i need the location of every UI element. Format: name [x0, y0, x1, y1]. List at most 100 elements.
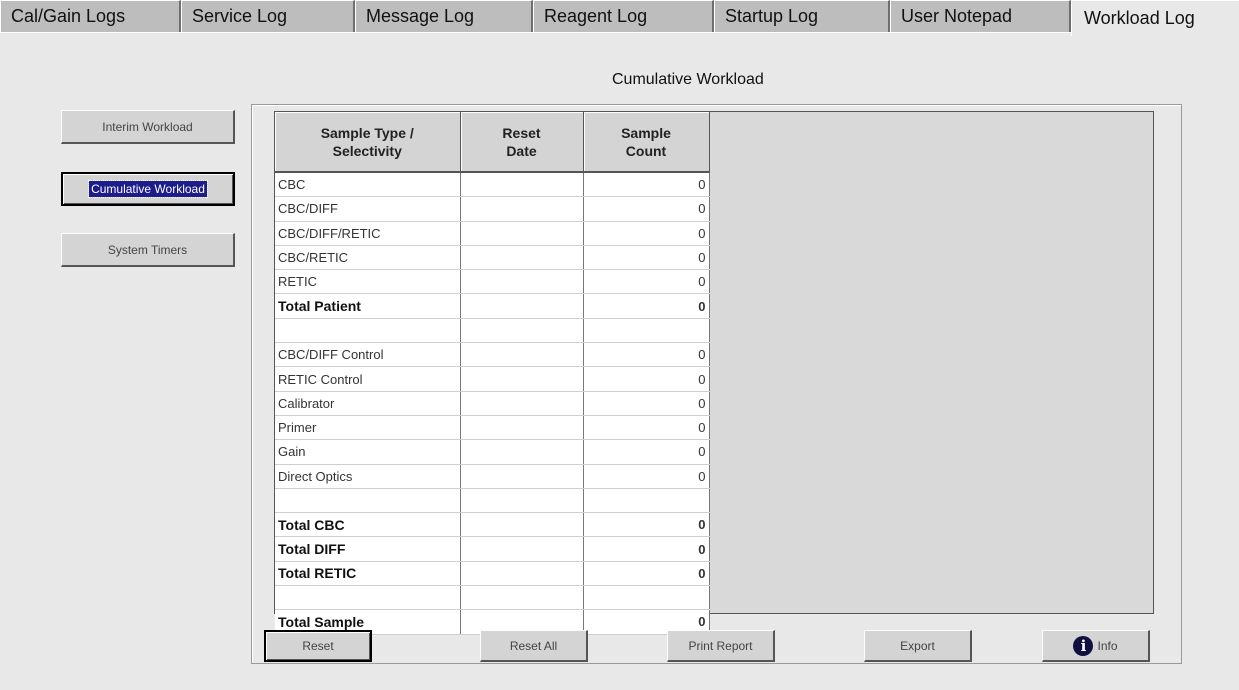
- cell-sample-count: 0: [583, 245, 710, 271]
- table-row[interactable]: CBC/DIFF Control 0: [275, 342, 710, 368]
- cell-reset-date: [460, 293, 584, 319]
- cell-sample-count: 0: [583, 512, 710, 538]
- tab-divider: [0, 32, 1071, 33]
- cell-sample-count: 0: [583, 269, 710, 295]
- system-timers-button[interactable]: System Timers: [61, 233, 235, 267]
- print-report-button[interactable]: Print Report: [667, 630, 775, 662]
- cell-sample-count: 0: [583, 342, 710, 368]
- cell-sample-count: 0: [583, 196, 710, 222]
- print-report-label: Print Report: [688, 638, 753, 653]
- cell-reset-date: [460, 439, 584, 465]
- cell-sample-count: 0: [583, 293, 710, 319]
- cell-sample-type: Total CBC: [275, 512, 461, 538]
- cell-sample-type: [275, 488, 461, 514]
- cell-reset-date: [460, 585, 584, 611]
- info-button[interactable]: i Info: [1042, 630, 1150, 662]
- table-row[interactable]: CBC/DIFF/RETIC 0: [275, 221, 710, 246]
- cell-sample-type: CBC/DIFF Control: [275, 342, 461, 368]
- cell-sample-count: 0: [583, 464, 710, 489]
- cell-sample-count: [583, 488, 710, 514]
- info-label: Info: [1097, 638, 1118, 653]
- table-row[interactable]: RETIC Control 0: [275, 366, 710, 392]
- cell-sample-count: 0: [583, 561, 710, 587]
- tab-service-log[interactable]: Service Log: [181, 0, 355, 32]
- tab-cal-gain-logs[interactable]: Cal/Gain Logs: [0, 0, 181, 32]
- cell-sample-type: RETIC: [275, 269, 461, 295]
- cell-sample-type: [275, 318, 461, 344]
- view-title: Cumulative Workload: [612, 71, 764, 88]
- export-button[interactable]: Export: [864, 630, 972, 662]
- cell-reset-date: [460, 512, 584, 538]
- cell-reset-date: [460, 561, 584, 587]
- table-row[interactable]: Total RETIC 0: [275, 561, 710, 587]
- cell-sample-count: 0: [583, 172, 710, 198]
- cell-sample-count: 0: [583, 536, 710, 562]
- cell-sample-type: CBC/RETIC: [275, 245, 461, 271]
- interim-workload-button[interactable]: Interim Workload: [61, 110, 235, 144]
- reset-label: Reset: [302, 639, 334, 653]
- table-row[interactable]: Direct Optics 0: [275, 464, 710, 489]
- table-row[interactable]: RETIC 0: [275, 269, 710, 295]
- cell-reset-date: [460, 342, 584, 368]
- table-row[interactable]: CBC/DIFF 0: [275, 196, 710, 222]
- tab-message-log[interactable]: Message Log: [355, 0, 533, 32]
- tab-user-notepad[interactable]: User Notepad: [890, 0, 1071, 32]
- cell-reset-date: [460, 245, 584, 271]
- table-row[interactable]: [275, 318, 710, 344]
- tab-bar: Cal/Gain Logs Service Log Message Log Re…: [0, 0, 1239, 36]
- cell-sample-type: Primer: [275, 415, 461, 441]
- cell-sample-count: 0: [583, 439, 710, 465]
- cell-sample-type: Calibrator: [275, 391, 461, 416]
- cell-sample-type: Total RETIC: [275, 561, 461, 587]
- cumulative-workload-button[interactable]: Cumulative Workload: [61, 172, 235, 206]
- table-body: CBC 0 CBC/DIFF 0 CBC/DIFF/RETIC 0 CBC/RETIC 0 RE…: [275, 172, 710, 635]
- cell-reset-date: [460, 391, 584, 416]
- tab-reagent-log[interactable]: Reagent Log: [533, 0, 714, 32]
- reset-all-button[interactable]: Reset All: [480, 630, 588, 662]
- cell-reset-date: [460, 415, 584, 441]
- table-row[interactable]: Primer 0: [275, 415, 710, 441]
- table-row[interactable]: CBC/RETIC 0: [275, 245, 710, 271]
- table-row[interactable]: Total DIFF 0: [275, 536, 710, 562]
- table-row[interactable]: Total CBC 0: [275, 512, 710, 538]
- tab-startup-log[interactable]: Startup Log: [714, 0, 890, 32]
- cell-reset-date: [460, 269, 584, 295]
- cell-sample-type: CBC: [275, 172, 461, 198]
- cell-sample-count: 0: [583, 221, 710, 246]
- cell-sample-type: Direct Optics: [275, 464, 461, 489]
- cell-sample-type: CBC/DIFF/RETIC: [275, 221, 461, 246]
- cell-reset-date: [460, 318, 584, 344]
- cell-sample-type: [275, 585, 461, 611]
- column-header-sample-type[interactable]: Sample Type / Selectivity: [275, 112, 461, 173]
- reset-button[interactable]: Reset: [264, 630, 372, 662]
- cell-sample-type: Gain: [275, 439, 461, 465]
- table-row[interactable]: Gain 0: [275, 439, 710, 465]
- cumulative-workload-label: Cumulative Workload: [88, 180, 208, 198]
- cell-sample-count: [583, 585, 710, 611]
- cell-reset-date: [460, 464, 584, 489]
- cell-reset-date: [460, 172, 584, 198]
- table-row[interactable]: [275, 585, 710, 611]
- cell-reset-date: [460, 196, 584, 222]
- column-header-sample-count[interactable]: Sample Count: [583, 112, 710, 173]
- export-label: Export: [900, 638, 935, 653]
- table-header-row: Sample Type / Selectivity Reset Date Sam…: [275, 112, 710, 173]
- system-timers-label: System Timers: [107, 242, 188, 257]
- table-row[interactable]: [275, 488, 710, 514]
- cell-sample-count: [583, 318, 710, 344]
- cell-sample-count: 0: [583, 391, 710, 416]
- cell-sample-type: Total Patient: [275, 293, 461, 319]
- table-row[interactable]: Total Patient 0: [275, 293, 710, 319]
- interim-workload-label: Interim Workload: [102, 119, 193, 134]
- reset-all-label: Reset All: [509, 638, 558, 653]
- cell-sample-type: RETIC Control: [275, 366, 461, 392]
- cell-sample-count: 0: [583, 366, 710, 392]
- table-row[interactable]: Calibrator 0: [275, 391, 710, 416]
- tab-workload-log[interactable]: Workload Log: [1071, 0, 1239, 36]
- workload-table: Sample Type / Selectivity Reset Date Sam…: [275, 112, 710, 635]
- column-header-reset-date[interactable]: Reset Date: [460, 112, 584, 173]
- info-circle-icon: i: [1073, 635, 1094, 656]
- cell-reset-date: [460, 366, 584, 392]
- cell-reset-date: [460, 536, 584, 562]
- table-row[interactable]: CBC 0: [275, 172, 710, 198]
